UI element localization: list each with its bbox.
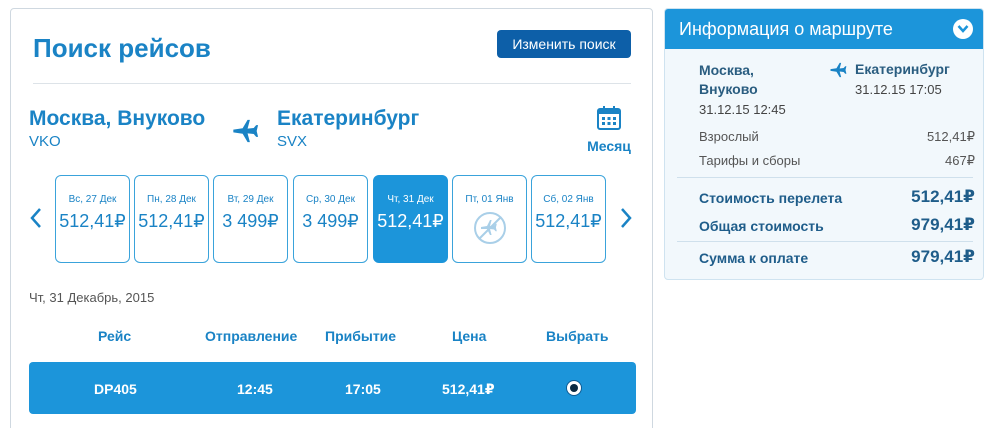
info-origin-line2: Внуково <box>699 81 758 97</box>
fare-adult-value: 512,41₽ <box>926 129 975 144</box>
column-header-departure: Отправление <box>205 328 298 344</box>
column-header-flight: Рейс <box>98 328 132 344</box>
destination-code: SVX <box>277 133 308 150</box>
route-info-panel: Информация о маршруте Москва, Внуково Ек… <box>664 8 984 280</box>
results-date-heading: Чт, 31 Декабрь, 2015 <box>29 290 155 305</box>
chevron-right-icon[interactable] <box>619 207 633 229</box>
day-price: 3 499₽ <box>222 211 279 231</box>
day-card-27-dec[interactable]: Вс, 27 Дек 512,41₽ <box>55 175 130 263</box>
no-flight-icon <box>473 212 506 244</box>
fare-taxes-row: Тарифы и сборы 467₽ <box>699 153 975 168</box>
route-info-header[interactable]: Информация о маршруте <box>665 9 983 49</box>
day-card-31-dec[interactable]: Чт, 31 Дек 512,41₽ <box>373 175 448 263</box>
route-info-title: Информация о маршруте <box>679 19 893 39</box>
collapse-button[interactable] <box>953 19 973 39</box>
info-origin-city: Москва, Внуково <box>699 61 758 99</box>
total-cost-row: Общая стоимость 979,41₽ <box>699 215 975 234</box>
fare-adult-row: Взрослый 512,41₽ <box>699 129 975 144</box>
amount-due-value: 979,41₽ <box>911 247 975 266</box>
day-price: 512,41₽ <box>138 211 205 231</box>
amount-due-label: Сумма к оплате <box>699 250 809 266</box>
info-arrival-datetime: 31.12.15 17:05 <box>855 82 942 97</box>
day-price: 512,41₽ <box>535 211 602 231</box>
month-label: Месяц <box>587 138 631 154</box>
fare-taxes-label: Тарифы и сборы <box>699 153 801 168</box>
chevron-left-icon[interactable] <box>29 207 43 229</box>
flight-price: 512,41₽ <box>442 381 495 397</box>
day-date: Вс, 27 Дек <box>68 194 117 205</box>
table-row[interactable]: DP405 12:45 17:05 512,41₽ <box>29 362 636 414</box>
chevron-down-icon <box>957 25 969 33</box>
calendar-icon <box>597 106 621 130</box>
column-header-arrival: Прибытие <box>325 328 397 344</box>
day-card-29-dec[interactable]: Вт, 29 Дек 3 499₽ <box>213 175 288 263</box>
amount-due-row: Сумма к оплате 979,41₽ <box>699 247 975 266</box>
plane-icon <box>830 62 847 78</box>
day-card-01-jan[interactable]: Пт, 01 Янв <box>452 175 527 263</box>
route-origin: Москва, Внуково VKO <box>29 107 205 150</box>
day-date: Ср, 30 Дек <box>306 194 355 205</box>
day-card-28-dec[interactable]: Пн, 28 Дек 512,41₽ <box>134 175 209 263</box>
arrival-time: 17:05 <box>345 381 381 397</box>
divider <box>677 241 973 242</box>
page-title: Поиск рейсов <box>33 33 211 63</box>
flight-cost-row: Стоимость перелета 512,41₽ <box>699 187 975 206</box>
flight-number: DP405 <box>94 381 137 397</box>
fare-adult-label: Взрослый <box>699 129 759 144</box>
origin-code: VKO <box>29 133 61 150</box>
origin-city: Москва, Внуково <box>29 107 206 130</box>
column-header-select: Выбрать <box>546 328 609 344</box>
select-flight-radio[interactable] <box>566 380 582 396</box>
plane-icon <box>233 119 259 143</box>
total-cost-value: 979,41₽ <box>911 215 975 234</box>
title-divider <box>33 83 631 84</box>
info-destination-city: Екатеринбург <box>855 61 950 77</box>
day-price: 512,41₽ <box>377 211 444 231</box>
divider <box>677 177 973 178</box>
day-card-30-dec[interactable]: Ср, 30 Дек 3 499₽ <box>293 175 368 263</box>
day-price: 512,41₽ <box>59 211 126 231</box>
departure-time: 12:45 <box>237 381 273 397</box>
change-search-button[interactable]: Изменить поиск <box>497 30 631 58</box>
day-date: Вт, 29 Дек <box>227 194 274 205</box>
day-card-02-jan[interactable]: Сб, 02 Янв 512,41₽ <box>531 175 606 263</box>
info-departure-datetime: 31.12.15 12:45 <box>699 102 786 117</box>
day-date: Сб, 02 Янв <box>543 194 594 205</box>
info-origin-line1: Москва, <box>699 62 754 78</box>
column-header-price: Цена <box>452 328 487 344</box>
total-cost-label: Общая стоимость <box>699 218 824 234</box>
month-view-toggle[interactable]: Месяц <box>581 105 637 154</box>
day-price: 3 499₽ <box>302 211 359 231</box>
fare-taxes-value: 467₽ <box>945 153 975 168</box>
day-date: Чт, 31 Дек <box>387 194 434 205</box>
route-destination: Екатеринбург SVX <box>277 107 419 150</box>
day-date: Пт, 01 Янв <box>465 194 514 205</box>
flight-search-panel: Поиск рейсов Изменить поиск Москва, Внук… <box>10 8 653 428</box>
flight-cost-value: 512,41₽ <box>911 187 975 206</box>
flight-cost-label: Стоимость перелета <box>699 190 843 206</box>
destination-city: Екатеринбург <box>277 107 420 130</box>
day-date: Пн, 28 Дек <box>147 194 196 205</box>
